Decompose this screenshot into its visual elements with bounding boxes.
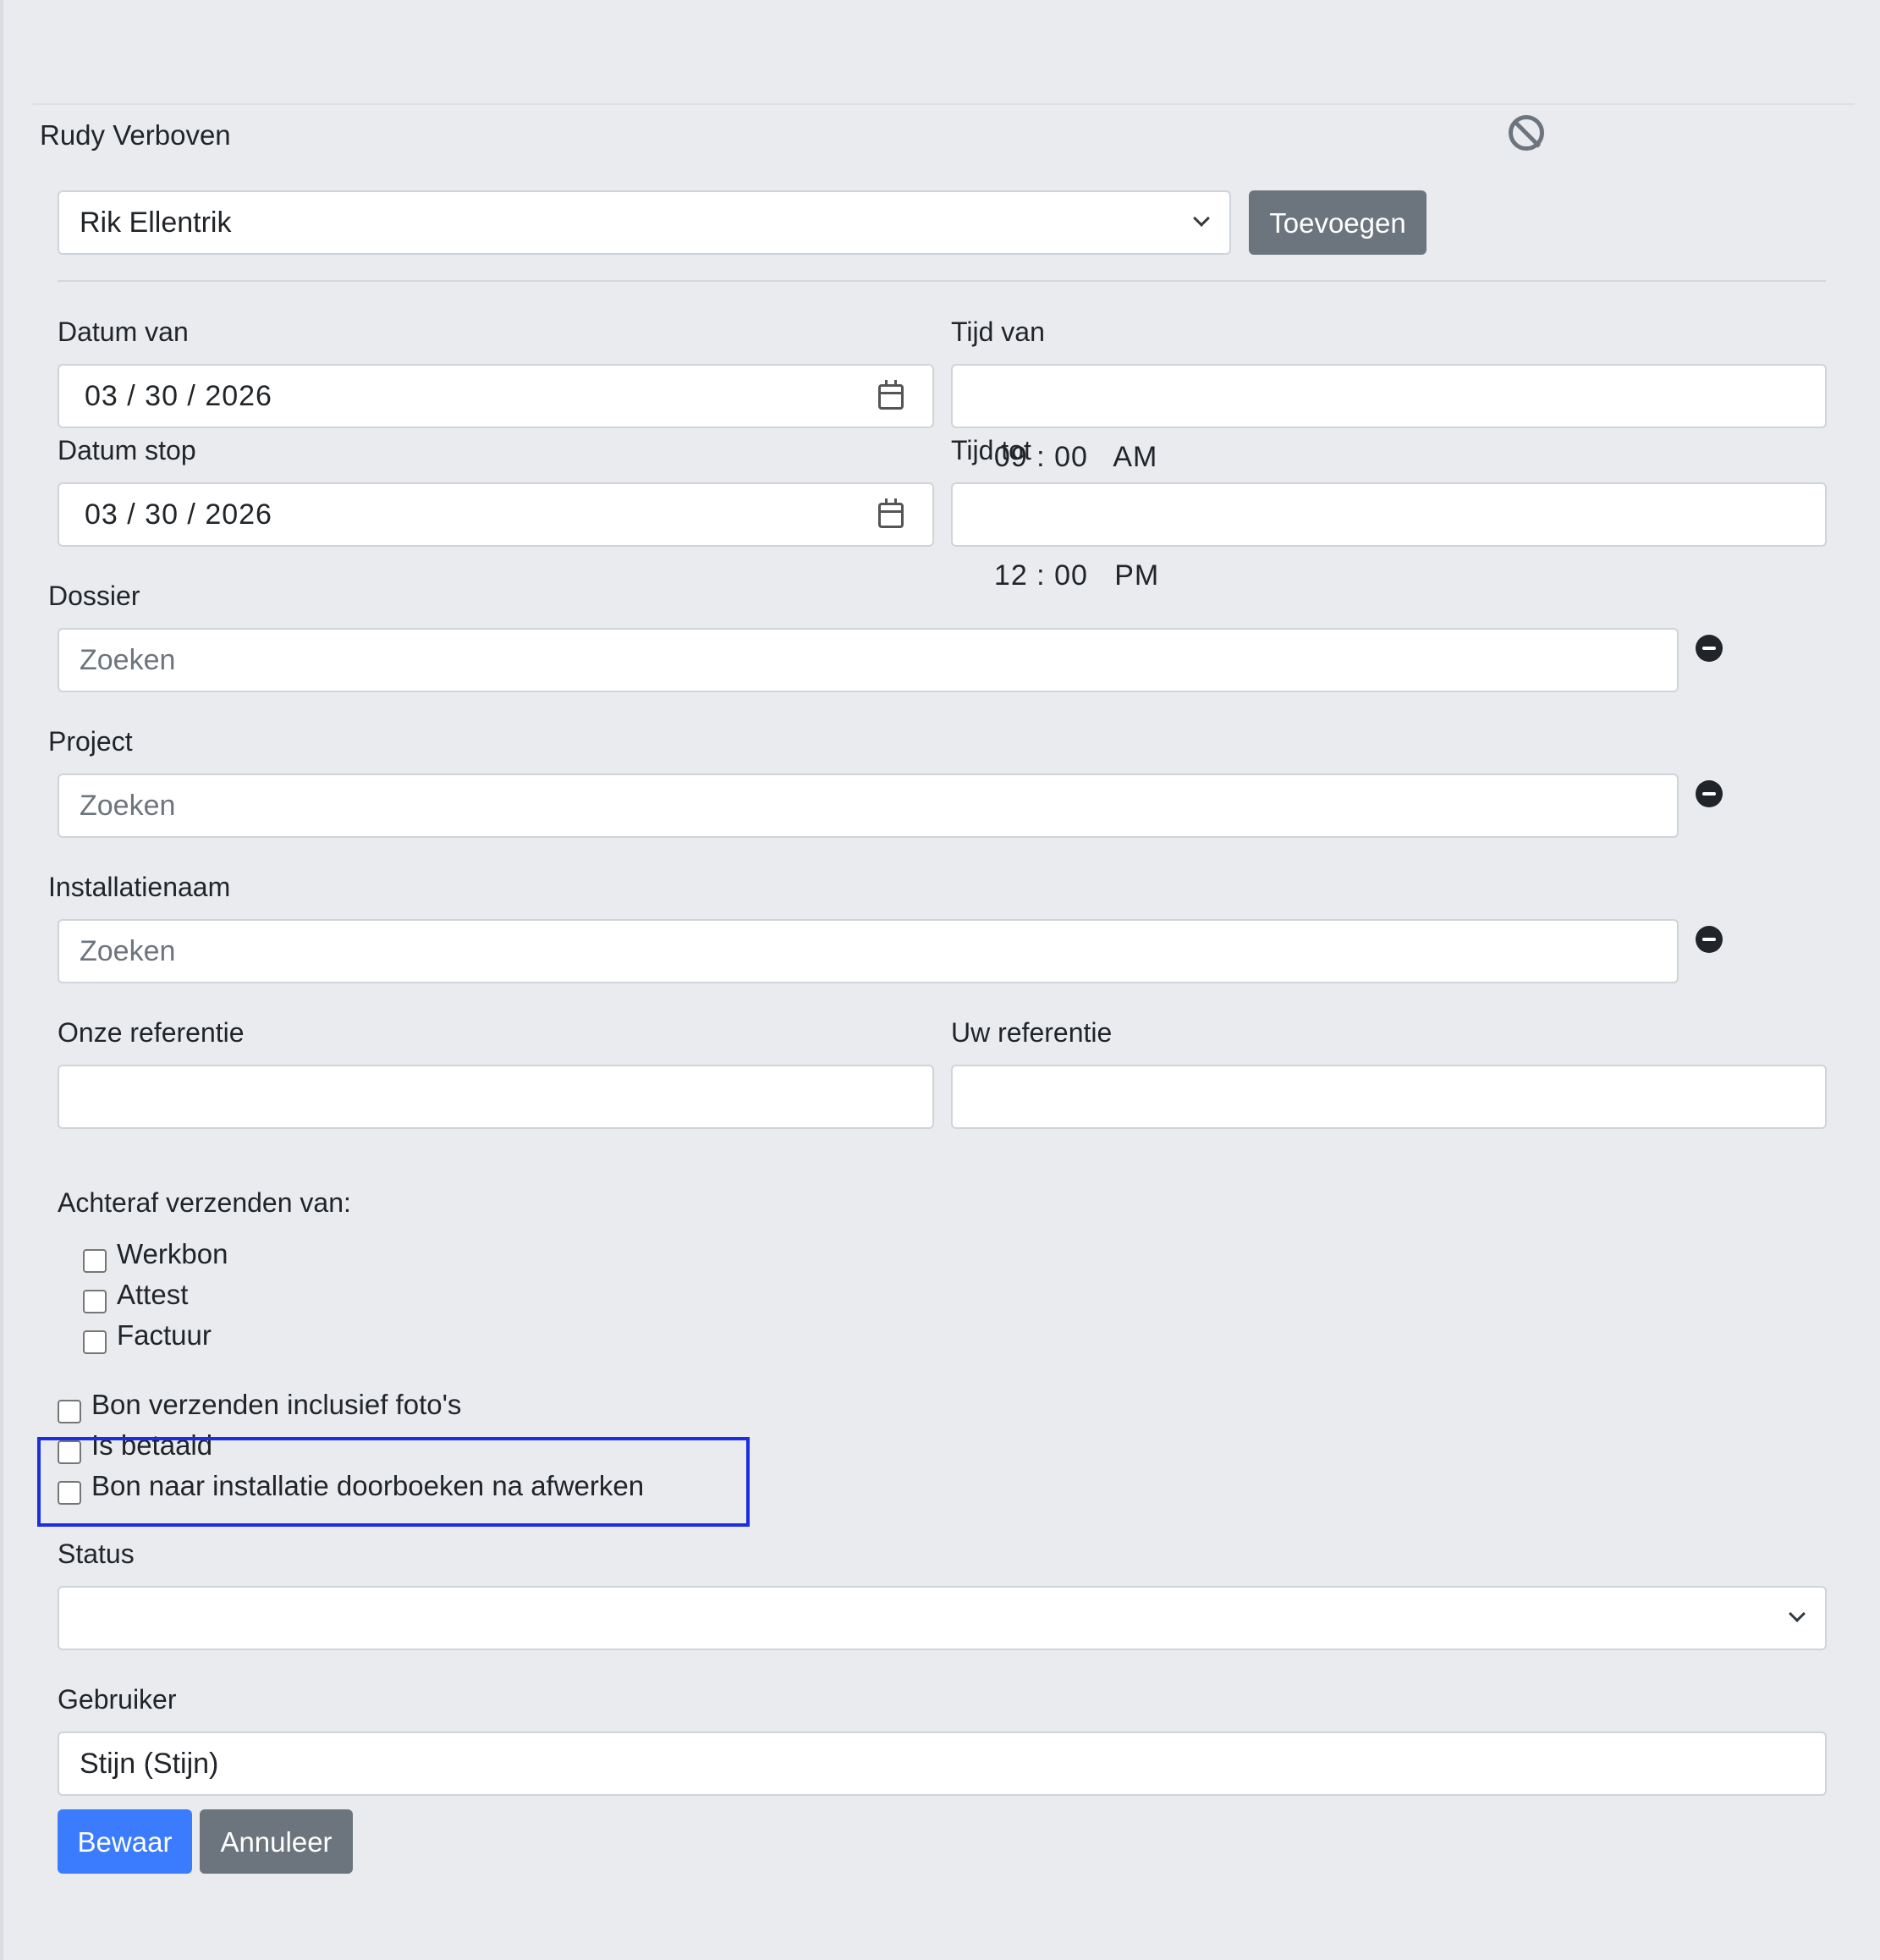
attest-label: Attest xyxy=(117,1279,189,1310)
our-reference-label: Onze referentie xyxy=(58,1017,245,1048)
chevron-down-icon xyxy=(1789,1605,1806,1622)
ban-icon[interactable] xyxy=(1509,115,1544,151)
person-select-value: Rik Ellentrik xyxy=(80,206,232,239)
left-edge xyxy=(0,0,3,1960)
dossier-search-input[interactable]: Zoeken xyxy=(58,628,1679,692)
installation-label: Installatienaam xyxy=(48,872,231,902)
date-stop-value: 03 / 30 / 2026 xyxy=(85,498,272,531)
date-stop-label: Datum stop xyxy=(58,435,196,465)
user-value: Stijn (Stijn) xyxy=(80,1748,219,1780)
calendar-icon[interactable] xyxy=(878,498,904,528)
status-label: Status xyxy=(58,1539,135,1569)
werkbon-checkbox[interactable] xyxy=(83,1249,107,1273)
time-from-label: Tijd van xyxy=(951,317,1045,347)
chevron-down-icon xyxy=(1193,210,1210,227)
time-from-input[interactable]: 09 : 00 AM xyxy=(951,364,1827,473)
person-name: Rudy Verboven xyxy=(40,119,231,151)
installation-placeholder: Zoeken xyxy=(80,935,176,967)
date-from-input[interactable]: 03 / 30 / 2026 xyxy=(58,364,934,428)
user-input[interactable]: Stijn (Stijn) xyxy=(58,1732,1827,1796)
project-placeholder: Zoeken xyxy=(80,790,176,822)
dossier-placeholder: Zoeken xyxy=(80,644,176,676)
section-divider xyxy=(58,280,1826,282)
factuur-label: Factuur xyxy=(117,1319,212,1351)
your-reference-input[interactable] xyxy=(951,1065,1827,1129)
our-reference-input[interactable] xyxy=(58,1065,934,1129)
factuur-checkbox[interactable] xyxy=(83,1330,107,1354)
send-after-label: Achteraf verzenden van: xyxy=(58,1187,351,1218)
time-to-label: Tijd tot xyxy=(951,435,1031,465)
save-button[interactable]: Bewaar xyxy=(58,1809,192,1874)
calendar-icon[interactable] xyxy=(878,380,904,410)
date-from-value: 03 / 30 / 2026 xyxy=(85,380,272,412)
user-label: Gebruiker xyxy=(58,1684,177,1715)
installation-search-input[interactable]: Zoeken xyxy=(58,919,1679,983)
add-button[interactable]: Toevoegen xyxy=(1249,190,1426,255)
time-to-value: 12 : 00 PM xyxy=(993,559,1160,592)
photos-checkbox[interactable] xyxy=(58,1400,81,1423)
minus-circle-icon[interactable] xyxy=(1696,635,1723,662)
person-select[interactable]: Rik Ellentrik xyxy=(58,190,1231,255)
time-to-input[interactable]: 12 : 00 PM xyxy=(951,482,1827,592)
dossier-label: Dossier xyxy=(48,581,140,611)
date-stop-input[interactable]: 03 / 30 / 2026 xyxy=(58,482,934,547)
werkbon-label: Werkbon xyxy=(117,1238,228,1269)
date-from-label: Datum van xyxy=(58,317,189,347)
your-reference-label: Uw referentie xyxy=(951,1017,1113,1048)
project-search-input[interactable]: Zoeken xyxy=(58,774,1679,838)
project-label: Project xyxy=(48,726,133,757)
cancel-button[interactable]: Annuleer xyxy=(200,1809,353,1874)
attest-checkbox[interactable] xyxy=(83,1290,107,1313)
minus-circle-icon[interactable] xyxy=(1696,926,1723,953)
minus-circle-icon[interactable] xyxy=(1696,780,1723,807)
highlight-box xyxy=(37,1437,750,1527)
photos-label: Bon verzenden inclusief foto's xyxy=(91,1389,462,1420)
status-select[interactable] xyxy=(58,1586,1827,1650)
top-divider xyxy=(32,103,1855,105)
